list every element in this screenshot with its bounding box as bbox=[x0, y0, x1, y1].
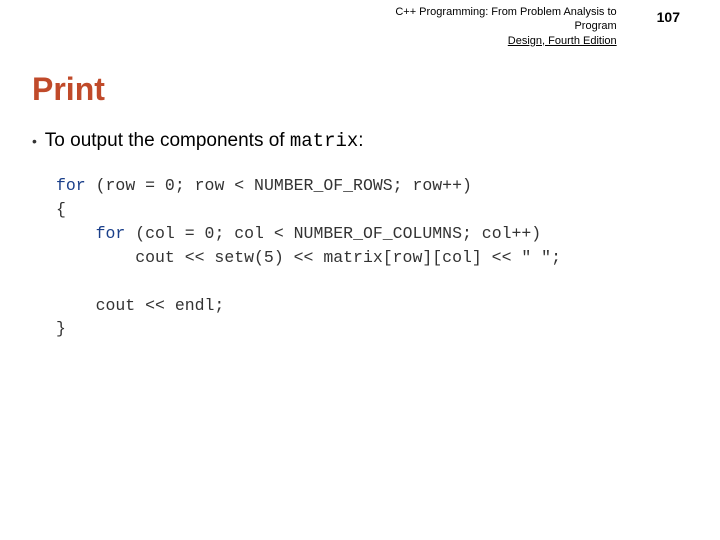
bullet-mono: matrix bbox=[290, 130, 358, 152]
code-line3-indent bbox=[56, 224, 96, 243]
page-number: 107 bbox=[657, 5, 680, 25]
slide-header: C++ Programming: From Problem Analysis t… bbox=[0, 0, 720, 53]
bullet-text-before: To output the components of bbox=[45, 130, 290, 151]
bullet-dot: • bbox=[32, 133, 41, 149]
keyword-for-inner: for bbox=[96, 224, 126, 243]
code-line6: } bbox=[56, 319, 66, 338]
header-book-title: C++ Programming: From Problem Analysis t… bbox=[367, 5, 617, 48]
code-line1-rest: (row = 0; row < NUMBER_OF_ROWS; row++) bbox=[86, 176, 472, 195]
bullet-text-after: : bbox=[358, 130, 363, 151]
keyword-for-outer: for bbox=[56, 176, 86, 195]
code-line2: { bbox=[56, 200, 66, 219]
header-title-line2: Design, Fourth Edition bbox=[508, 35, 617, 47]
header-title-line1: C++ Programming: From Problem Analysis t… bbox=[395, 6, 616, 32]
code-line3-rest: (col = 0; col < NUMBER_OF_COLUMNS; col++… bbox=[125, 224, 541, 243]
code-line4: cout << setw(5) << matrix[row][col] << "… bbox=[56, 248, 561, 267]
bullet-line: • To output the components of matrix: bbox=[0, 108, 720, 152]
code-line5: cout << endl; bbox=[56, 296, 224, 315]
slide-title: Print bbox=[0, 53, 720, 108]
code-block: for (row = 0; row < NUMBER_OF_ROWS; row+… bbox=[0, 152, 720, 341]
